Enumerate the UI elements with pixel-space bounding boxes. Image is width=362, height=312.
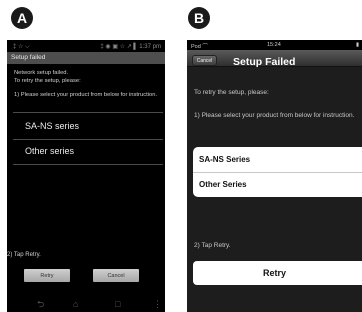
message-line-1: Network setup failed. bbox=[14, 70, 69, 76]
divider bbox=[193, 172, 362, 173]
cancel-button[interactable]: Cancel bbox=[93, 269, 139, 282]
android-screen: ‡ ☆ ⌵ ‡ ◉ ▣ ☆ ↗ ▌ 1:37 pm Setup failed N… bbox=[7, 40, 165, 312]
product-item-sa-ns[interactable]: SA-NS Series bbox=[199, 155, 250, 164]
ios-screen: Pod ⌒ 15:24 ▮ Cancel Setup Failed To ret… bbox=[187, 40, 362, 312]
status-bar: ‡ ☆ ⌵ ‡ ◉ ▣ ☆ ↗ ▌ 1:37 pm bbox=[7, 40, 165, 52]
intro-text: To retry the setup, please: bbox=[194, 89, 269, 96]
retry-button[interactable]: Retry bbox=[24, 269, 70, 282]
product-item-other[interactable]: Other series bbox=[25, 146, 74, 156]
product-list: SA-NS Series Other Series bbox=[193, 147, 362, 197]
status-left: ‡ ☆ ⌵ bbox=[13, 44, 30, 50]
label-b-badge: B bbox=[188, 7, 210, 29]
page-title: Setup Failed bbox=[233, 56, 296, 68]
page-title: Setup failed bbox=[7, 52, 165, 64]
recent-apps-icon[interactable]: □ bbox=[115, 300, 120, 309]
status-right: ‡ ◉ ▣ ☆ ↗ ▌ 1:37 pm bbox=[100, 44, 161, 50]
cancel-button[interactable]: Cancel bbox=[192, 55, 217, 66]
tap-retry-text: 2) Tap Retry. bbox=[194, 242, 231, 249]
navigation-bar: ⮌ ⌂ □ ⋮ bbox=[7, 296, 165, 312]
retry-button[interactable]: Retry bbox=[193, 261, 362, 285]
divider bbox=[13, 139, 163, 140]
instruction-text: 1) Please select your product from below… bbox=[14, 92, 158, 98]
product-item-sa-ns[interactable]: SA-NS series bbox=[25, 121, 79, 131]
menu-icon[interactable]: ⋮ bbox=[153, 300, 162, 309]
status-bar: Pod ⌒ 15:24 ▮ bbox=[187, 40, 362, 50]
instruction-text: 1) Please select your product from below… bbox=[194, 112, 355, 119]
status-left: Pod ⌒ bbox=[191, 44, 208, 50]
battery-icon: ▮ bbox=[355, 42, 359, 48]
message-line-2: To retry the setup, please: bbox=[14, 77, 81, 84]
home-icon[interactable]: ⌂ bbox=[73, 300, 78, 309]
divider bbox=[13, 164, 163, 165]
navigation-bar: Cancel Setup Failed bbox=[187, 50, 362, 68]
status-time: 15:24 bbox=[267, 42, 281, 48]
error-message: Network setup failed. To retry the setup… bbox=[14, 70, 164, 85]
label-a-badge: A bbox=[11, 7, 33, 29]
back-icon[interactable]: ⮌ bbox=[37, 300, 44, 309]
tap-retry-text: 2) Tap Retry. bbox=[7, 252, 41, 258]
product-item-other[interactable]: Other Series bbox=[199, 180, 247, 189]
divider bbox=[13, 112, 163, 113]
